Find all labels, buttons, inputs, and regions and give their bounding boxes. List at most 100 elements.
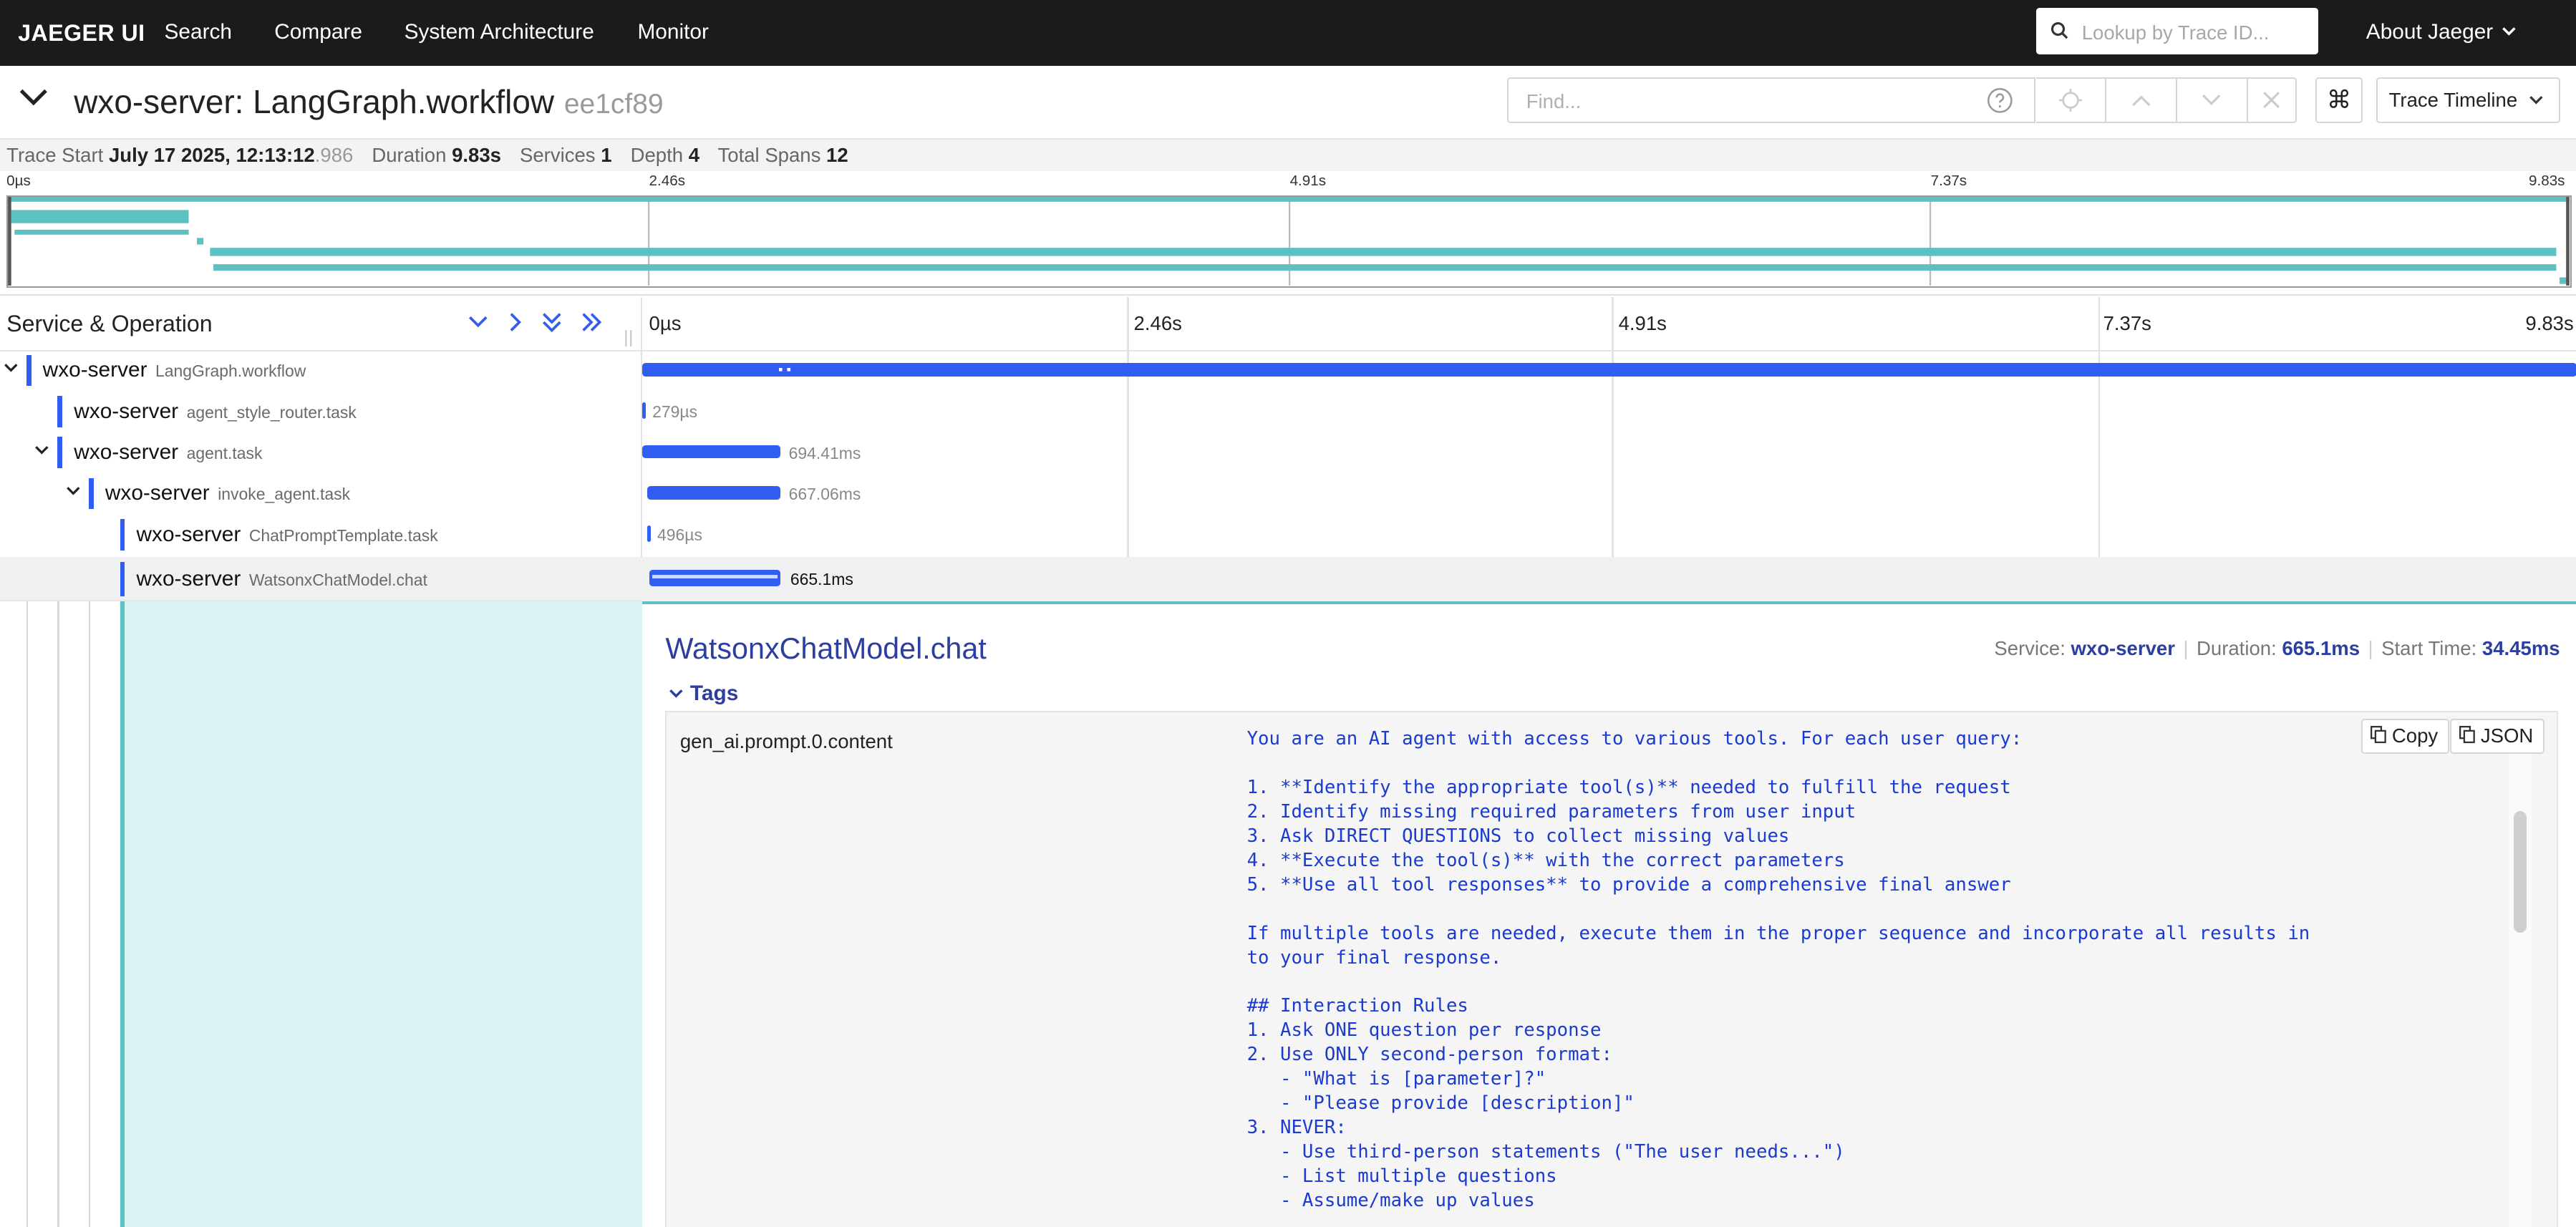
span-bar[interactable]	[647, 525, 651, 543]
span-duration: 665.1ms	[790, 570, 853, 589]
span-bar[interactable]	[642, 363, 2576, 377]
span-name[interactable]: wxo-server ChatPromptTemplate.task	[136, 523, 437, 547]
copy-icon	[2459, 726, 2475, 744]
tags-table: gen_ai.prompt.0.content You are an AI ag…	[665, 711, 2559, 1227]
span-name[interactable]: wxo-server agent.task	[74, 440, 262, 465]
timeline-header: Service & Operation 0µs 2.46s 4.91s 7.37…	[0, 297, 2576, 351]
find-box[interactable]	[1506, 77, 1967, 124]
trace-lookup-input[interactable]	[2078, 16, 2315, 49]
help-icon	[1987, 87, 2013, 113]
collapse-one-icon[interactable]	[468, 311, 488, 334]
span-operation: agent.task	[186, 444, 263, 463]
span-row[interactable]: wxo-server agent.task 694.41ms	[0, 432, 2576, 473]
span-row[interactable]: wxo-server ChatPromptTemplate.task 496µs	[0, 514, 2576, 555]
depth-value: 4	[688, 144, 699, 167]
span-bar[interactable]	[642, 445, 781, 459]
nav-link-system-architecture[interactable]: System Architecture	[405, 20, 594, 44]
resize-handle-icon[interactable]	[624, 330, 634, 347]
trace-header: wxo-server: LangGraph.workflowee1cf89 ⌘ …	[0, 66, 2576, 140]
next-match-button[interactable]	[2176, 77, 2248, 124]
span-operation: LangGraph.workflow	[155, 362, 306, 381]
target-icon	[2058, 88, 2082, 112]
span-log-markers	[778, 368, 790, 372]
tree-guide-line	[26, 601, 28, 1227]
chevron-down-icon[interactable]	[4, 363, 19, 373]
view-mode-label: Trace Timeline	[2388, 88, 2518, 111]
chevron-down-icon[interactable]	[66, 486, 81, 496]
span-detail: WatsonxChatModel.chat Service: wxo-serve…	[642, 601, 2576, 1227]
find-input[interactable]	[1523, 87, 1957, 117]
trace-duration: Duration 9.83s	[372, 144, 501, 166]
trace-start: Trace Start July 17 2025, 12:13:12.986	[6, 144, 353, 166]
expand-one-icon[interactable]	[506, 311, 526, 334]
clear-find-button[interactable]	[2247, 77, 2297, 124]
span-bar[interactable]	[649, 570, 781, 587]
timeline-tick: 7.37s	[2103, 312, 2151, 335]
span-operation: WatsonxChatModel.chat	[248, 570, 427, 589]
tags-label: Tags	[689, 681, 739, 705]
services-label: Services	[520, 144, 596, 167]
nav-link-compare[interactable]: Compare	[274, 20, 362, 44]
span-bar[interactable]	[647, 486, 781, 500]
chevron-down-icon	[2502, 27, 2516, 37]
copy-button[interactable]: Copy	[2360, 719, 2449, 754]
about-jaeger-menu[interactable]: About Jaeger	[2366, 20, 2517, 44]
span-service: wxo-server	[74, 440, 179, 465]
service-color-bar	[120, 561, 125, 597]
span-service: wxo-server	[42, 358, 147, 382]
view-mode-select[interactable]: Trace Timeline	[2376, 77, 2560, 124]
minimap-tick: 0µs	[6, 172, 31, 189]
minimap-tick: 4.91s	[1289, 172, 1327, 189]
timeline-tick: 2.46s	[1133, 312, 1182, 335]
span-row[interactable]: wxo-server invoke_agent.task 667.06ms	[0, 473, 2576, 514]
total-spans-label: Total Spans	[717, 144, 821, 167]
depth-label: Depth	[630, 144, 684, 167]
span-duration: 279µs	[652, 402, 698, 422]
scrollbar-thumb[interactable]	[2514, 810, 2527, 933]
keyboard-shortcuts-button[interactable]: ⌘	[2315, 77, 2363, 124]
json-button[interactable]: JSON	[2449, 719, 2545, 754]
trace-meta: Trace Start July 17 2025, 12:13:12.986 D…	[0, 140, 2576, 171]
trace-minimap[interactable]: 0µs 2.46s 4.91s 7.37s 9.83s	[0, 171, 2576, 296]
span-name[interactable]: wxo-server LangGraph.workflow	[43, 358, 306, 382]
trace-depth: Depth 4	[631, 144, 699, 166]
collapse-chevron-icon[interactable]	[18, 87, 49, 107]
nav-link-monitor[interactable]: Monitor	[637, 20, 708, 44]
detail-start-label: Start Time:	[2381, 636, 2477, 659]
scrollbar-track[interactable]	[2509, 722, 2532, 1227]
prev-match-button[interactable]	[2106, 77, 2177, 124]
service-color-bar	[88, 477, 94, 510]
services-value: 1	[601, 144, 612, 167]
span-name[interactable]: wxo-server agent_style_router.task	[74, 399, 357, 424]
span-bar[interactable]	[642, 402, 646, 419]
search-icon	[2051, 21, 2068, 39]
trace-start-label: Trace Start	[6, 144, 104, 167]
tags-toggle[interactable]: Tags	[669, 682, 738, 706]
span-service: wxo-server	[136, 566, 241, 591]
collapse-all-icon[interactable]	[542, 311, 562, 334]
trace-title-service: wxo-server:	[74, 82, 244, 120]
detail-duration-label: Duration:	[2197, 636, 2277, 659]
span-operation: agent_style_router.task	[186, 402, 357, 422]
span-detail-meta: Service: wxo-server | Duration: 665.1ms | St…	[1994, 636, 2560, 659]
span-name[interactable]: wxo-server WatsonxChatModel.chat	[136, 567, 427, 591]
tag-value-text: You are an AI agent with access to vario…	[1246, 727, 2310, 1212]
span-row-selected[interactable]: wxo-server WatsonxChatModel.chat 665.1ms	[0, 556, 2576, 601]
span-row[interactable]: wxo-server agent_style_router.task 279µs	[0, 391, 2576, 432]
minimap-tick: 7.37s	[1930, 172, 1967, 189]
span-name[interactable]: wxo-server invoke_agent.task	[105, 481, 350, 505]
trace-title-operation: LangGraph.workflow	[253, 82, 555, 120]
trace-lookup[interactable]	[2035, 8, 2319, 54]
span-service: wxo-server	[74, 399, 179, 423]
span-row[interactable]: wxo-server LangGraph.workflow	[0, 350, 2576, 391]
help-button[interactable]	[1965, 77, 2036, 124]
chevron-down-icon[interactable]	[34, 445, 49, 455]
nav-link-search[interactable]: Search	[165, 20, 233, 44]
minimap-canvas[interactable]	[6, 195, 2572, 288]
brand-logo[interactable]: JAEGER UI	[18, 20, 145, 47]
span-duration: 496µs	[657, 525, 702, 545]
locate-button[interactable]	[2035, 77, 2107, 124]
expand-all-icon[interactable]	[580, 311, 603, 334]
span-operation: invoke_agent.task	[218, 485, 351, 504]
service-color-bar	[57, 437, 63, 469]
